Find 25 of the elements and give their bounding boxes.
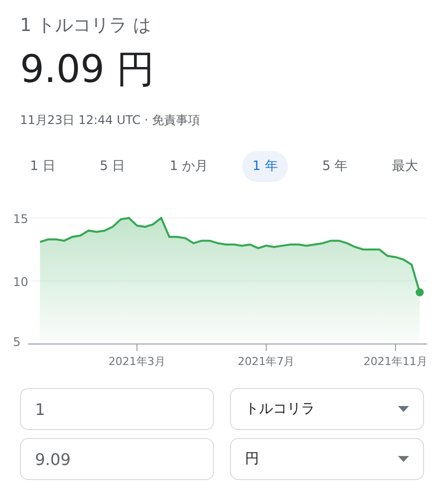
- range-tab[interactable]: 最大: [382, 150, 428, 182]
- y-axis-label: 10: [13, 275, 28, 290]
- x-axis-label: 2021年3月: [108, 355, 166, 368]
- currency-name: トルコリラ: [245, 400, 315, 419]
- x-axis-label: 2021年7月: [238, 355, 295, 368]
- timestamp: 11月23日 12:44 UTC ·: [20, 112, 150, 127]
- y-axis-label: 5: [13, 335, 21, 350]
- range-tab[interactable]: 1 か月: [160, 150, 218, 182]
- range-tab[interactable]: 5 日: [90, 150, 136, 182]
- range-tab[interactable]: 5 年: [312, 150, 358, 182]
- last-point-marker: [416, 288, 424, 296]
- currency-name: 円: [245, 450, 259, 469]
- x-axis-label: 2021年11月: [364, 355, 428, 368]
- amount-field[interactable]: 1: [20, 388, 214, 430]
- range-tab[interactable]: 1 年: [242, 150, 288, 182]
- currency-dropdown[interactable]: トルコリラ: [230, 388, 424, 430]
- disclaimer-link[interactable]: 免責事項: [152, 112, 200, 127]
- dropdown-caret-icon: [398, 456, 409, 462]
- converted-price: 9.09 円: [19, 46, 156, 93]
- currency-dropdown[interactable]: 円: [230, 438, 424, 480]
- dropdown-caret-icon: [398, 406, 409, 412]
- y-axis-label: 15: [13, 212, 28, 226]
- conversion-heading: 1 トルコリラ は: [19, 14, 152, 38]
- range-tab[interactable]: 1 日: [20, 150, 66, 182]
- amount-field[interactable]: 9.09: [20, 438, 214, 480]
